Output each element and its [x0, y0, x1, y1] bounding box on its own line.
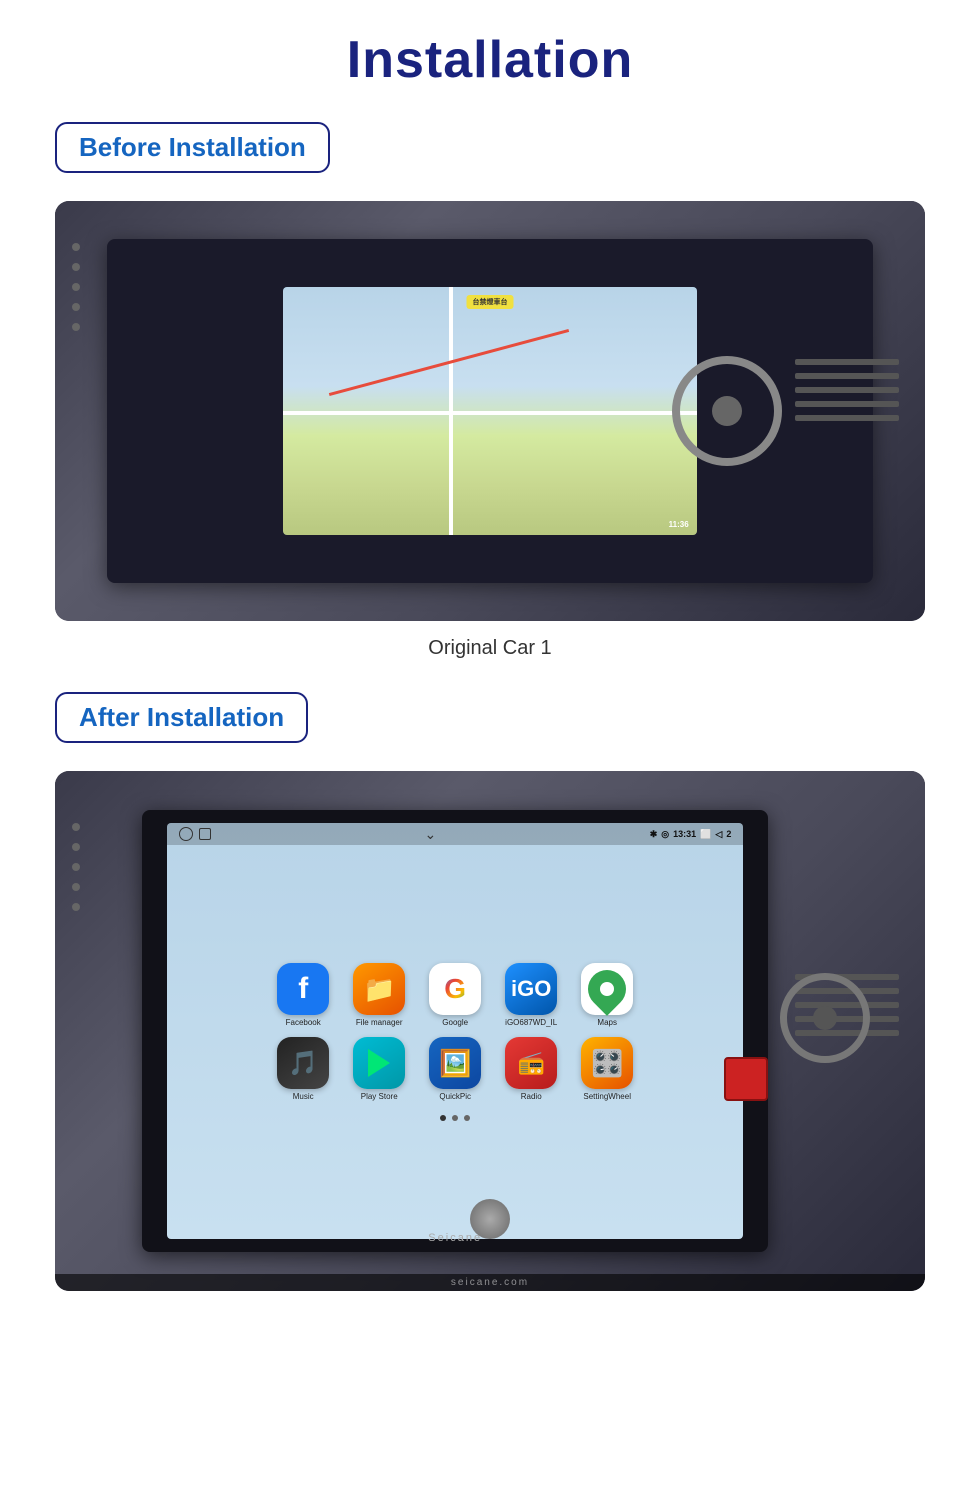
igo-icon: iGO [505, 963, 557, 1015]
after-sidebar-controls [72, 823, 80, 911]
dot-3 [464, 1115, 470, 1121]
status-bar-right: ✱ ◎ 13:31 ⬜ ◁ 2 [650, 829, 732, 840]
after-steering-wheel [780, 973, 870, 1063]
android-status-bar: ⌄ ✱ ◎ 13:31 ⬜ ◁ 2 [167, 823, 743, 845]
before-caption: Original Car 1 [428, 637, 551, 660]
battery-indicator: 2 [726, 829, 731, 839]
playstore-label: Play Store [361, 1092, 398, 1101]
radio-icon: 📻 [505, 1037, 557, 1089]
google-label: Google [442, 1018, 468, 1027]
bluetooth-icon: ✱ [650, 829, 658, 840]
apps-row-1: f Facebook 📁 File manager [272, 963, 638, 1027]
android-head-unit: ⌄ ✱ ◎ 13:31 ⬜ ◁ 2 [142, 810, 768, 1252]
maps-label: Maps [597, 1018, 617, 1027]
watermark: seicane.com [55, 1274, 925, 1291]
filemanager-label: File manager [356, 1018, 403, 1027]
facebook-icon: f [277, 963, 329, 1015]
notification-chevron: ⌄ [425, 826, 437, 843]
dot-2 [452, 1115, 458, 1121]
music-icon: 🎵 [277, 1037, 329, 1089]
radio-label: Radio [521, 1092, 542, 1101]
filemanager-icon: 📁 [353, 963, 405, 1015]
quickpic-label: QuickPic [439, 1092, 471, 1101]
window-icon: ⬜ [700, 829, 711, 840]
status-bar-left [179, 827, 211, 841]
steering-wheel [672, 356, 782, 466]
settingwheel-label: SettingWheel [583, 1092, 631, 1101]
quickpic-icon: 🖼️ [429, 1037, 481, 1089]
app-settingwheel[interactable]: 🎛️ SettingWheel [576, 1037, 638, 1101]
google-icon: G [429, 963, 481, 1015]
after-installation-image: ⌄ ✱ ◎ 13:31 ⬜ ◁ 2 [55, 771, 925, 1291]
dot-1 [440, 1115, 446, 1121]
seicane-branding: Seicane [428, 1232, 482, 1244]
after-installation-badge: After Installation [55, 692, 308, 743]
playstore-icon [353, 1037, 405, 1089]
apps-area: f Facebook 📁 File manager [167, 845, 743, 1238]
app-radio[interactable]: 📻 Radio [500, 1037, 562, 1101]
home-button-indicator [179, 827, 193, 841]
app-facebook[interactable]: f Facebook [272, 963, 334, 1027]
page-indicator-dots [440, 1115, 470, 1121]
app-maps[interactable]: Maps [576, 963, 638, 1027]
maps-icon [581, 963, 633, 1015]
before-installation-badge: Before Installation [55, 122, 330, 173]
app-filemanager[interactable]: 📁 File manager [348, 963, 410, 1027]
music-label: Music [293, 1092, 314, 1101]
signal-icon: ◎ [661, 829, 669, 840]
before-dashboard: 台禁燈車台 11:36 [107, 239, 873, 583]
after-steering-wheel-area [760, 849, 891, 1187]
android-screen: ⌄ ✱ ◎ 13:31 ⬜ ◁ 2 [167, 823, 743, 1238]
page-title: Installation [347, 30, 633, 90]
air-vents [795, 264, 899, 516]
recents-button-indicator [199, 828, 211, 840]
app-music[interactable]: 🎵 Music [272, 1037, 334, 1101]
settingwheel-icon: 🎛️ [581, 1037, 633, 1089]
app-quickpic[interactable]: 🖼️ QuickPic [424, 1037, 486, 1101]
clock-display: 13:31 [673, 829, 696, 839]
igo-label: iGO687WD_IL [505, 1018, 557, 1027]
gear-knob [470, 1199, 510, 1239]
before-installation-image: 台禁燈車台 11:36 [55, 201, 925, 621]
apps-row-2: 🎵 Music Play Store [272, 1037, 638, 1101]
app-igo[interactable]: iGO iGO687WD_IL [500, 963, 562, 1027]
back-icon: ◁ [715, 829, 722, 840]
facebook-label: Facebook [286, 1018, 321, 1027]
app-google[interactable]: G Google [424, 963, 486, 1027]
app-playstore[interactable]: Play Store [348, 1037, 410, 1101]
sidebar-controls [72, 243, 80, 331]
